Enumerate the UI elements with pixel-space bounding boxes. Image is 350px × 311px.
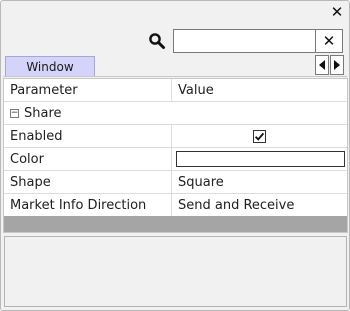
column-header-parameter[interactable]: Parameter bbox=[4, 79, 172, 101]
table-row[interactable]: Market Info Direction Send and Receive bbox=[4, 194, 347, 217]
close-icon: ✕ bbox=[330, 3, 344, 21]
tab-label: Window bbox=[26, 60, 74, 74]
table-row[interactable]: Color bbox=[4, 148, 347, 171]
grid-header-row: Parameter Value bbox=[4, 79, 347, 102]
param-value bbox=[172, 125, 347, 147]
section-label: Share bbox=[24, 105, 62, 121]
triangle-right-icon bbox=[334, 60, 340, 70]
param-value[interactable]: Square bbox=[172, 171, 347, 193]
tab-scroll-left-button[interactable] bbox=[315, 55, 329, 75]
tab-scroll-right-button[interactable] bbox=[330, 55, 344, 75]
table-row[interactable]: Enabled bbox=[4, 125, 347, 148]
section-row-share[interactable]: − Share bbox=[4, 102, 347, 125]
triangle-left-icon bbox=[319, 60, 325, 70]
collapse-icon[interactable]: − bbox=[10, 108, 19, 118]
param-name: Enabled bbox=[4, 125, 172, 147]
param-name: Shape bbox=[4, 171, 172, 193]
param-name: Market Info Direction bbox=[4, 194, 172, 216]
param-value bbox=[172, 148, 347, 170]
enabled-checkbox[interactable] bbox=[253, 129, 266, 143]
clear-search-button[interactable]: ✕ bbox=[316, 29, 343, 53]
table-row[interactable]: Shape Square bbox=[4, 171, 347, 194]
section-cell: − Share bbox=[4, 102, 347, 124]
property-window: ✕ ✕ Window Parameter Value − Share Enabl… bbox=[0, 0, 350, 311]
color-swatch[interactable] bbox=[176, 151, 345, 167]
search-icon bbox=[149, 33, 165, 49]
search-input[interactable] bbox=[173, 29, 316, 53]
description-panel bbox=[4, 236, 347, 307]
grid-empty-area bbox=[4, 216, 347, 232]
property-grid: Parameter Value − Share Enabled Color Sh… bbox=[3, 78, 348, 233]
column-header-value[interactable]: Value bbox=[172, 79, 347, 101]
clear-icon: ✕ bbox=[322, 32, 336, 50]
param-value[interactable]: Send and Receive bbox=[172, 194, 347, 216]
checkmark-icon bbox=[253, 129, 266, 143]
close-button[interactable]: ✕ bbox=[328, 3, 346, 21]
param-name: Color bbox=[4, 148, 172, 170]
tab-window[interactable]: Window bbox=[5, 56, 95, 77]
tab-strip-divider bbox=[3, 76, 347, 77]
